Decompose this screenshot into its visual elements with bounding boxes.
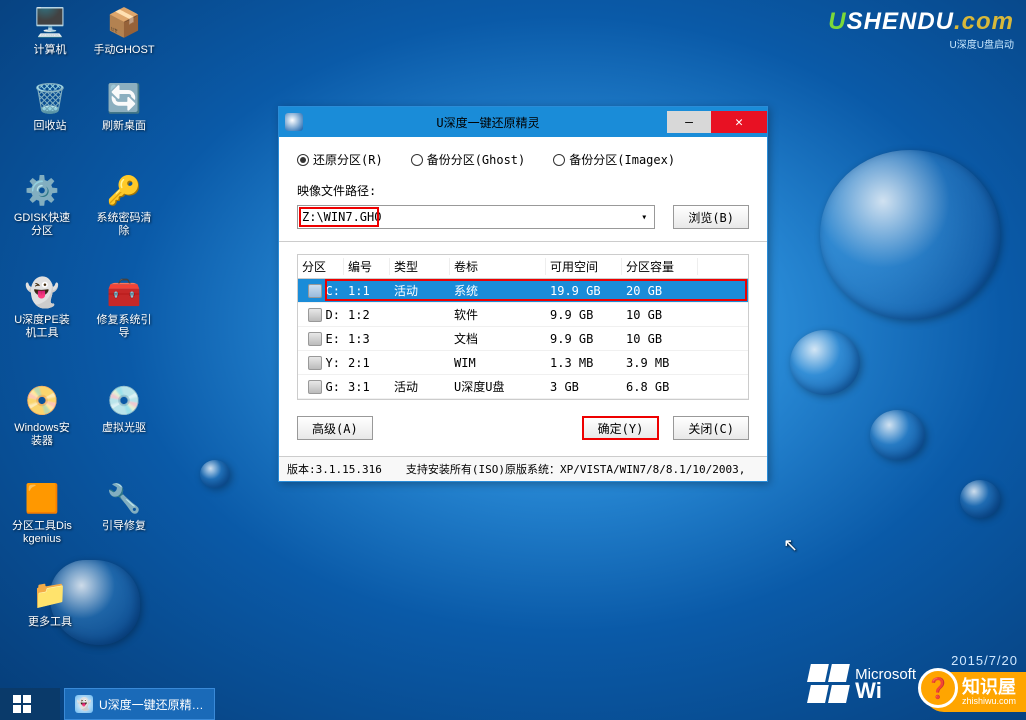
table-row[interactable]: C:1:1活动系统19.9 GB20 GB: [298, 279, 748, 303]
desktop-icon-9[interactable]: 💿 虚拟光驱: [92, 380, 156, 435]
disk-icon: [308, 380, 322, 394]
desktop-item-icon: 🟧: [22, 478, 62, 518]
desktop-icon-10[interactable]: 🟧分区工具Diskgenius: [10, 478, 74, 546]
desktop-item-label: U深度PE装机工具: [10, 314, 74, 340]
desktop-item-label: 更多工具: [18, 616, 82, 629]
desktop-item-label: 虚拟光驱: [92, 422, 156, 435]
version-text: 版本:3.1.15.316: [287, 461, 382, 477]
app-icon: [285, 113, 303, 131]
disk-icon: [308, 332, 322, 346]
desktop-item-label: 系统密码清除: [92, 212, 156, 238]
partition-table: 分区 编号 类型 卷标 可用空间 分区容量 C:1:1活动系统19.9 GB20…: [297, 254, 749, 400]
desktop-item-icon: 🗑️: [30, 78, 70, 118]
radio-backup-ghost[interactable]: 备份分区(Ghost): [411, 151, 526, 168]
desktop-icon-5[interactable]: 🔑系统密码清除: [92, 170, 156, 238]
desktop-icon-4[interactable]: ⚙️GDISK快速分区: [10, 170, 74, 238]
browse-button[interactable]: 浏览(B): [673, 205, 749, 229]
app-icon: 👻: [75, 695, 93, 713]
dialog-title: U深度一键还原精灵: [309, 114, 667, 131]
desktop-item-label: 引导修复: [92, 520, 156, 533]
date-stamp: 2015/7/20: [951, 653, 1018, 668]
start-button[interactable]: [0, 688, 44, 720]
table-header: 分区 编号 类型 卷标 可用空间 分区容量: [298, 255, 748, 279]
image-path-value: Z:\WIN7.GHO: [302, 210, 381, 224]
desktop-icon-7[interactable]: 🧰修复系统引导: [92, 272, 156, 340]
advanced-button[interactable]: 高级(A): [297, 416, 373, 440]
desktop-item-icon: 🖥️: [30, 2, 70, 42]
desktop-item-icon: 👻: [22, 272, 62, 312]
table-row[interactable]: E:1:3文档9.9 GB10 GB: [298, 327, 748, 351]
desktop-item-label: 分区工具Diskgenius: [10, 520, 74, 546]
cancel-button[interactable]: 关闭(C): [673, 416, 749, 440]
microsoft-logo: MicrosoftWi: [809, 664, 916, 702]
desktop-item-label: Windows安装器: [10, 422, 74, 448]
desktop-item-icon: 🧰: [104, 272, 144, 312]
chevron-down-icon[interactable]: ▾: [636, 209, 652, 225]
desktop-icon-11[interactable]: 🔧 引导修复: [92, 478, 156, 533]
support-text: 支持安装所有(ISO)原版系统：XP/VISTA/WIN7/8/8.1/10/2…: [406, 461, 746, 477]
desktop-item-icon: ⚙️: [22, 170, 62, 210]
restore-dialog: U深度一键还原精灵 — ✕ 还原分区(R) 备份分区(Ghost) 备份分区(I…: [278, 106, 768, 482]
zhishiwu-watermark: ❓ 知识屋 zhishiwu.com: [924, 672, 1026, 712]
question-icon: ❓: [918, 668, 958, 708]
table-row[interactable]: Y:2:1WIM1.3 MB3.9 MB: [298, 351, 748, 375]
desktop-item-icon: 📀: [22, 380, 62, 420]
desktop-item-icon: 📦: [104, 2, 144, 42]
radio-backup-imagex[interactable]: 备份分区(Imagex): [553, 151, 675, 168]
desktop-item-label: 刷新桌面: [92, 120, 156, 133]
desktop-icon-12[interactable]: 📁 更多工具: [18, 574, 82, 629]
dialog-titlebar[interactable]: U深度一键还原精灵 — ✕: [279, 107, 767, 137]
desktop-item-icon: 🔑: [104, 170, 144, 210]
table-row[interactable]: D:1:2软件9.9 GB10 GB: [298, 303, 748, 327]
desktop-icon-0[interactable]: 🖥️ 计算机: [18, 2, 82, 57]
desktop-item-icon: 💿: [104, 380, 144, 420]
desktop-item-icon: 🔄: [104, 78, 144, 118]
table-row[interactable]: G:3:1活动U深度U盘3 GB6.8 GB: [298, 375, 748, 399]
desktop-item-icon: 📁: [30, 574, 70, 614]
desktop-icon-1[interactable]: 📦 手动GHOST: [92, 2, 156, 57]
desktop-icon-2[interactable]: 🗑️ 回收站: [18, 78, 82, 133]
desktop-icon-6[interactable]: 👻U深度PE装机工具: [10, 272, 74, 340]
status-bar: 版本:3.1.15.316 支持安装所有(ISO)原版系统：XP/VISTA/W…: [279, 456, 767, 481]
ushendu-logo: UUSHENDUSHENDU.com U深度U盘启动: [828, 8, 1014, 51]
desktop-item-label: 手动GHOST: [92, 44, 156, 57]
desktop-icon-8[interactable]: 📀Windows安装器: [10, 380, 74, 448]
disk-icon: [308, 356, 322, 370]
minimize-button[interactable]: —: [667, 111, 711, 133]
disk-icon: [308, 308, 322, 322]
image-path-label: 映像文件路径:: [297, 182, 749, 199]
close-button[interactable]: ✕: [711, 111, 767, 133]
mode-radio-group: 还原分区(R) 备份分区(Ghost) 备份分区(Imagex): [297, 151, 749, 168]
disk-icon: [308, 284, 322, 298]
desktop-item-label: 回收站: [18, 120, 82, 133]
taskbar-app[interactable]: 👻 U深度一键还原精…: [64, 688, 215, 720]
desktop-item-icon: 🔧: [104, 478, 144, 518]
desktop-item-label: GDISK快速分区: [10, 212, 74, 238]
radio-restore[interactable]: 还原分区(R): [297, 151, 383, 168]
desktop-item-label: 计算机: [18, 44, 82, 57]
taskbar: [0, 688, 60, 720]
ok-button[interactable]: 确定(Y): [582, 416, 660, 440]
image-path-combobox[interactable]: Z:\WIN7.GHO ▾: [297, 205, 655, 229]
cursor-icon: ↖: [783, 535, 798, 556]
desktop-icon-3[interactable]: 🔄 刷新桌面: [92, 78, 156, 133]
desktop-item-label: 修复系统引导: [92, 314, 156, 340]
